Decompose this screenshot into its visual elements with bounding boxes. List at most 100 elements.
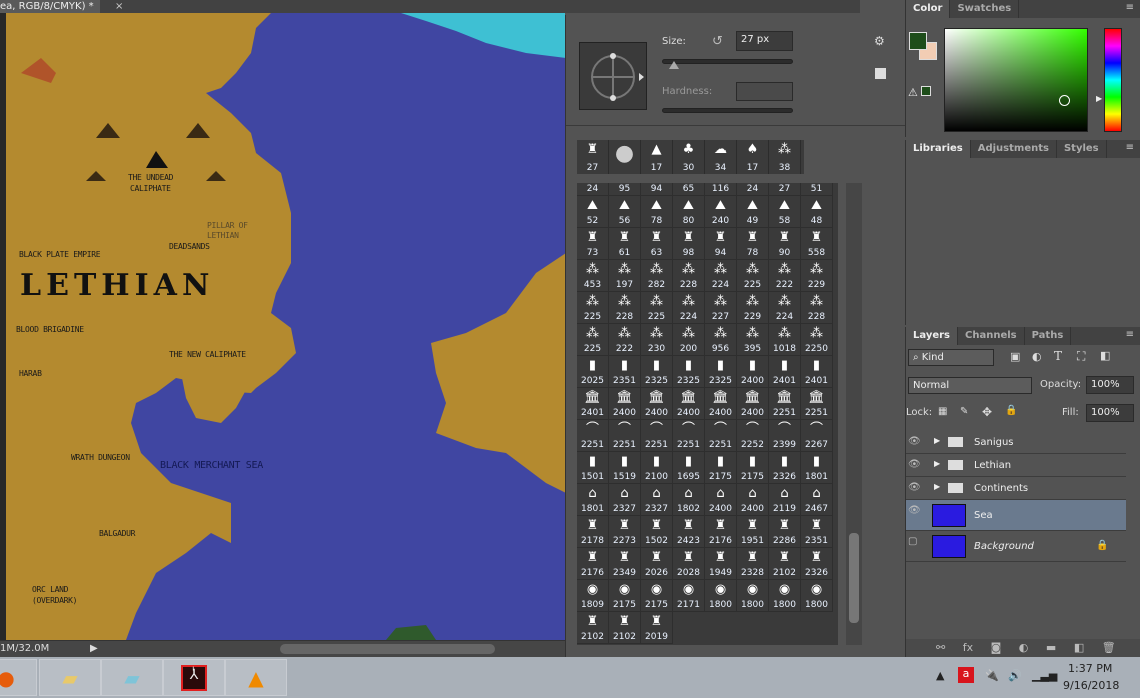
visibility-toggle[interactable]: ▢: [908, 536, 922, 547]
brush-preset[interactable]: ⁂ 227: [705, 292, 737, 324]
tab-libraries[interactable]: Libraries: [906, 140, 971, 158]
brush-preset[interactable]: ▮ 2351: [609, 356, 641, 388]
brush-preset[interactable]: ⌂ 2119: [769, 484, 801, 516]
brush-preset[interactable]: ⁂ 395: [737, 324, 769, 356]
adjustment-layer-icon[interactable]: ◐: [1019, 641, 1029, 654]
brush-preset[interactable]: ⛰95: [609, 183, 641, 196]
brush-preset[interactable]: ▮ 2401: [801, 356, 833, 388]
recent-brush[interactable]: ♣ 30: [673, 140, 705, 174]
panel-menu-icon[interactable]: ≡: [1126, 142, 1134, 153]
eye-icon[interactable]: 👁: [908, 436, 922, 447]
color-field[interactable]: [944, 28, 1088, 132]
brush-preset[interactable]: ⛰ 52: [577, 196, 609, 228]
size-slider-thumb[interactable]: [668, 61, 679, 69]
filter-shape-icon[interactable]: ⛶: [1077, 349, 1085, 364]
brush-preset[interactable]: 🏛 2400: [673, 388, 705, 420]
recent-brush[interactable]: ☁ 34: [705, 140, 737, 174]
eye-icon[interactable]: 👁: [908, 459, 922, 470]
panel-menu-icon[interactable]: ≡: [1126, 2, 1134, 13]
brush-preset[interactable]: ⛰ 58: [769, 196, 801, 228]
brush-preset[interactable]: ♜ 2102: [769, 548, 801, 580]
scroll-thumb[interactable]: [849, 533, 859, 623]
hardness-input[interactable]: [736, 82, 793, 101]
brush-preset[interactable]: ▮ 1519: [609, 452, 641, 484]
layer-row[interactable]: 👁 ▶ Continents: [906, 477, 1126, 500]
brush-preset[interactable]: ▮ 2325: [641, 356, 673, 388]
brush-preset[interactable]: ▮ 2175: [737, 452, 769, 484]
horizontal-scrollbar[interactable]: [280, 644, 495, 654]
volume-icon[interactable]: 🔊: [1008, 669, 1022, 682]
brush-preset[interactable]: ♜ 558: [801, 228, 833, 260]
brush-preset[interactable]: ♜ 2286: [769, 516, 801, 548]
filter-adjustment-icon[interactable]: ◐: [1032, 350, 1042, 363]
expand-arrow-icon[interactable]: ▶: [934, 482, 940, 491]
brush-preset[interactable]: ▮ 2401: [769, 356, 801, 388]
brush-preset[interactable]: ▮ 2400: [737, 356, 769, 388]
size-slider[interactable]: [662, 59, 793, 64]
brush-preset[interactable]: ▮ 2175: [705, 452, 737, 484]
add-mask-icon[interactable]: ◙: [991, 641, 1002, 654]
clock-date[interactable]: 9/16/2018: [1063, 679, 1119, 692]
brush-preset[interactable]: ♜ 78: [737, 228, 769, 260]
brush-preset[interactable]: ♜ 2176: [705, 516, 737, 548]
brush-preset[interactable]: 🏛 2400: [609, 388, 641, 420]
lock-all-icon[interactable]: 🔒: [1005, 405, 1017, 416]
brush-preset[interactable]: ♜ 1951: [737, 516, 769, 548]
brush-preset[interactable]: ⌒ 2251: [577, 420, 609, 452]
gear-icon[interactable]: ⚙: [874, 34, 885, 48]
brush-preset[interactable]: ⁂ 230: [641, 324, 673, 356]
brush-preset[interactable]: ⛰ 48: [801, 196, 833, 228]
brush-preset[interactable]: ◉ 2171: [673, 580, 705, 612]
expand-arrow-icon[interactable]: ▶: [934, 436, 940, 445]
hardness-slider[interactable]: [662, 108, 793, 113]
brush-preset[interactable]: ⌒ 2251: [705, 420, 737, 452]
tab-channels[interactable]: Channels: [958, 327, 1025, 345]
new-group-icon[interactable]: ▬: [1046, 641, 1056, 654]
eye-icon[interactable]: 👁: [908, 482, 922, 493]
brush-preset[interactable]: ⁂ 225: [737, 260, 769, 292]
color-picker-cursor[interactable]: [1059, 95, 1070, 106]
eye-icon[interactable]: 👁: [908, 505, 922, 516]
brush-preset[interactable]: ♜ 63: [641, 228, 673, 260]
close-tab-button[interactable]: ×: [115, 0, 123, 13]
brush-preset[interactable]: ◉ 1800: [737, 580, 769, 612]
brush-preset[interactable]: ⌒ 2252: [737, 420, 769, 452]
brush-preset[interactable]: ⌒ 2267: [801, 420, 833, 452]
opacity-input[interactable]: 100%: [1086, 376, 1134, 394]
blend-mode-select[interactable]: Normal: [908, 377, 1032, 394]
brush-preset[interactable]: ♜ 2176: [577, 548, 609, 580]
brush-preset[interactable]: ♜ 73: [577, 228, 609, 260]
brush-preset[interactable]: ⛰116: [705, 183, 737, 196]
recent-brush[interactable]: ●: [609, 140, 641, 174]
brush-preset[interactable]: ⁂ 228: [673, 260, 705, 292]
tab-layers[interactable]: Layers: [906, 327, 958, 345]
status-menu-arrow[interactable]: ▶: [90, 643, 98, 654]
reset-size-icon[interactable]: ↺: [712, 34, 723, 49]
clock-time[interactable]: 1:37 PM: [1068, 662, 1112, 675]
brush-preset[interactable]: ♜ 2328: [737, 548, 769, 580]
brush-preset[interactable]: ⁂ 224: [769, 292, 801, 324]
tab-color[interactable]: Color: [906, 0, 951, 18]
hue-slider-handle[interactable]: ▶: [1096, 94, 1102, 103]
brush-preset[interactable]: ⁂ 200: [673, 324, 705, 356]
brush-preset[interactable]: ⁂ 225: [577, 292, 609, 324]
new-layer-icon[interactable]: ◧: [1074, 641, 1084, 654]
size-input[interactable]: 27 px: [736, 31, 793, 51]
brush-preset[interactable]: ⁂ 224: [673, 292, 705, 324]
brush-preset[interactable]: ▮ 1695: [673, 452, 705, 484]
brush-preset[interactable]: ♜ 1502: [641, 516, 673, 548]
brush-preset[interactable]: ⛰94: [641, 183, 673, 196]
brush-preset[interactable]: ⛰ 240: [705, 196, 737, 228]
brush-preset[interactable]: ⁂ 222: [769, 260, 801, 292]
tab-styles[interactable]: Styles: [1057, 140, 1107, 158]
brush-preset[interactable]: ⛰ 80: [673, 196, 705, 228]
hue-slider[interactable]: [1104, 28, 1122, 132]
brush-preset[interactable]: ▮ 2025: [577, 356, 609, 388]
fx-icon[interactable]: fx: [963, 641, 973, 654]
layer-row[interactable]: ▢ Background 🔒: [906, 531, 1126, 562]
brush-preset[interactable]: ⁂ 225: [641, 292, 673, 324]
brush-preset[interactable]: ⌒ 2251: [673, 420, 705, 452]
brush-preset[interactable]: ⛰24: [737, 183, 769, 196]
brush-preset[interactable]: ⁂ 229: [801, 260, 833, 292]
brush-preset[interactable]: ⌂ 2327: [641, 484, 673, 516]
